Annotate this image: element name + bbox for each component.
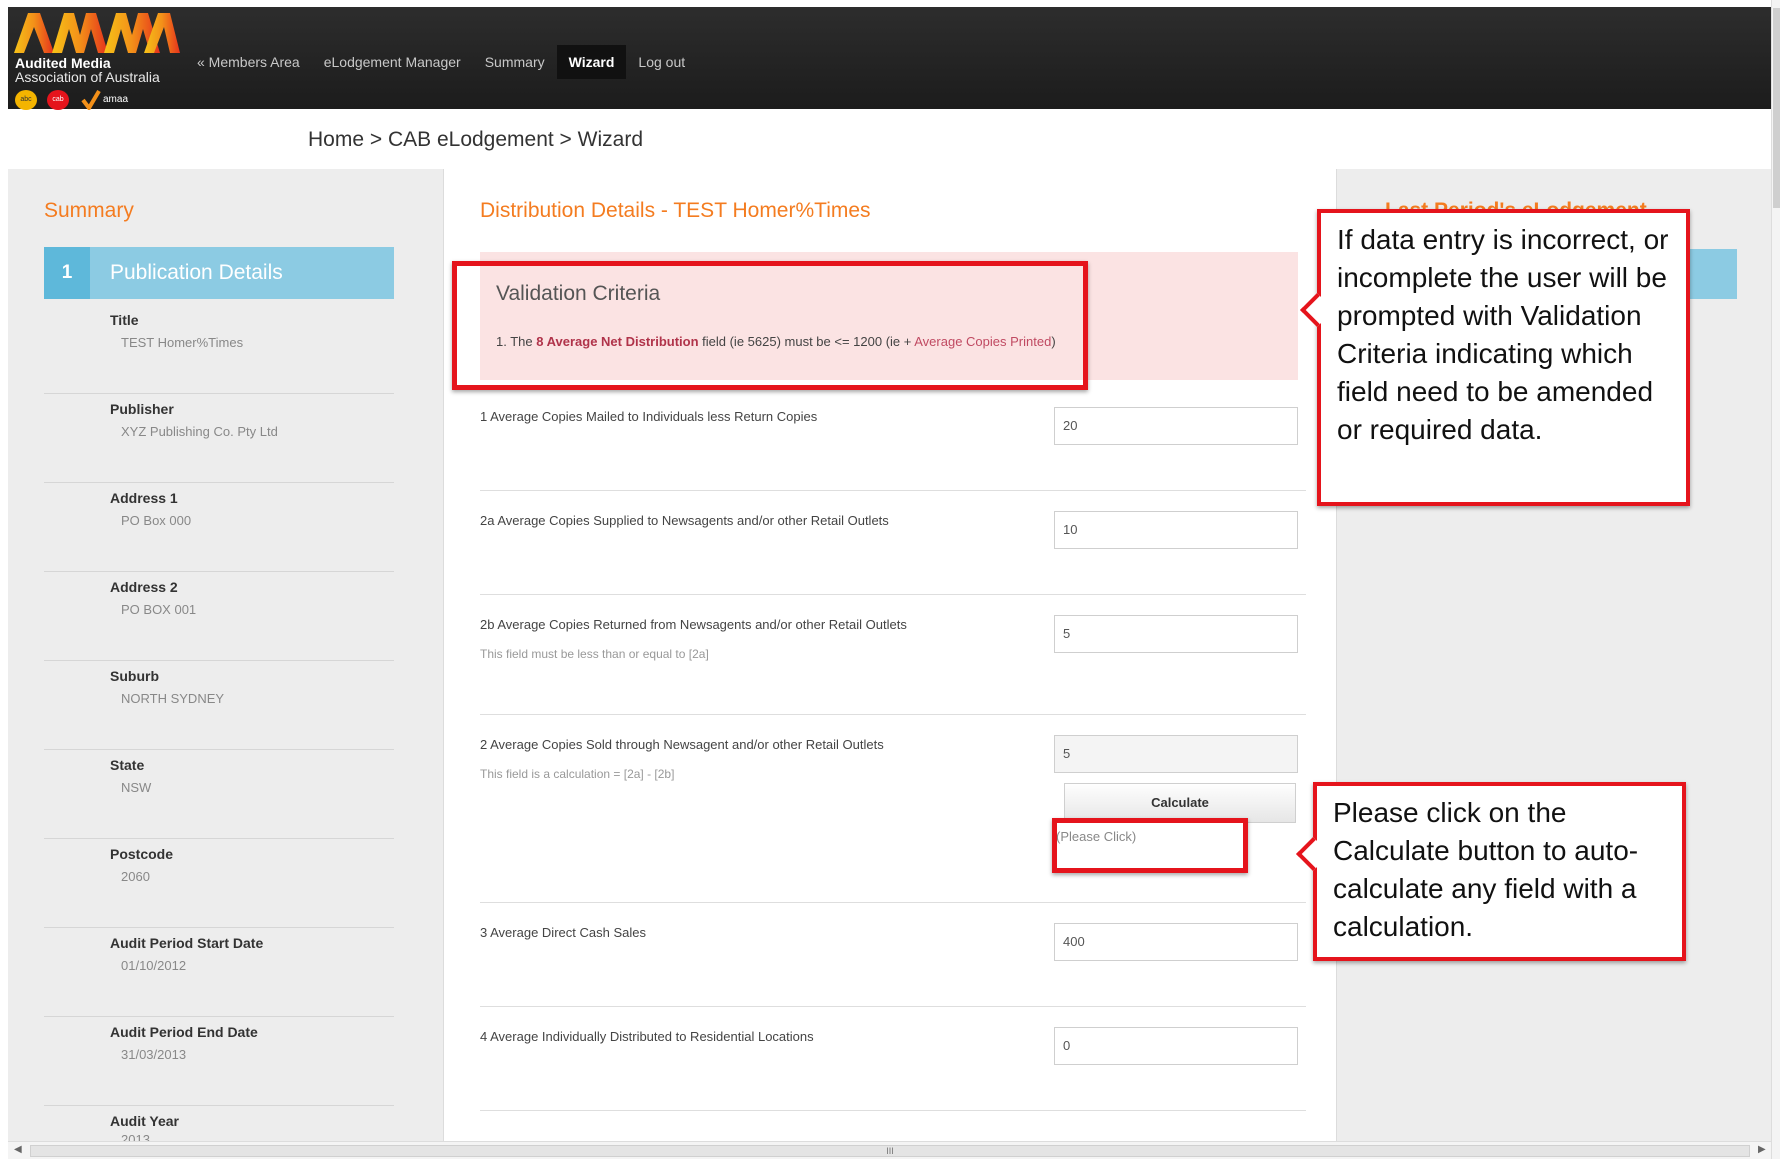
nav-elodgement-manager[interactable]: eLodgement Manager — [312, 45, 473, 79]
scroll-left-arrow-icon[interactable]: ◀ — [14, 1144, 22, 1155]
summary-item-value: TEST Homer%Times — [121, 335, 244, 350]
copies-returned-input[interactable]: 5 — [1054, 615, 1298, 653]
logo-subtitle: Association of Australia — [15, 69, 160, 85]
summary-item-publisher: Publisher XYZ Publishing Co. Pty Ltd — [44, 394, 394, 483]
summary-item-value: XYZ Publishing Co. Pty Ltd — [121, 424, 278, 439]
amaa-logo[interactable]: Audited Media Association of Australia a… — [12, 11, 182, 110]
field-hint: This field is a calculation = [2a] - [2b… — [480, 767, 675, 781]
copies-mailed-input[interactable]: 20 — [1054, 407, 1298, 445]
field-row-2b: 2b Average Copies Returned from Newsagen… — [480, 595, 1306, 715]
page: Audited Media Association of Australia a… — [0, 0, 1780, 1159]
summary-item-label: State — [110, 757, 145, 773]
copies-sold-input[interactable]: 5 — [1054, 735, 1298, 773]
calculate-callout-text: Please click on the Calculate button to … — [1333, 797, 1639, 942]
field-row-1: 1 Average Copies Mailed to Individuals l… — [480, 387, 1306, 491]
nav-members-area[interactable]: « Members Area — [185, 45, 312, 79]
copies-supplied-input[interactable]: 10 — [1054, 511, 1298, 549]
nav-log-out[interactable]: Log out — [626, 45, 697, 79]
validation-callout-text: If data entry is incorrect, or incomplet… — [1337, 224, 1669, 445]
top-navigation-bar: Audited Media Association of Australia a… — [8, 7, 1771, 110]
summary-item-label: Postcode — [110, 846, 174, 862]
summary-item-address1: Address 1 PO Box 000 — [44, 483, 394, 572]
nav-summary[interactable]: Summary — [473, 45, 557, 79]
summary-item-label: Publisher — [110, 401, 174, 417]
amaa-badge-label: amaa — [103, 94, 129, 105]
calculate-highlight-frame — [1052, 818, 1248, 873]
calculate-callout: Please click on the Calculate button to … — [1296, 782, 1686, 961]
field-row-2a: 2a Average Copies Supplied to Newsagents… — [480, 491, 1306, 595]
summary-item-value: PO BOX 001 — [121, 602, 197, 617]
residential-distribution-input[interactable]: 0 — [1054, 1027, 1298, 1065]
summary-item-end-date: Audit Period End Date 31/03/2013 — [44, 1017, 394, 1106]
summary-item-address2: Address 2 PO BOX 001 — [44, 572, 394, 661]
horizontal-scrollbar[interactable]: ◀ III ▶ — [8, 1141, 1771, 1159]
summary-item-label: Audit Year — [110, 1113, 179, 1129]
validation-callout: If data entry is incorrect, or incomplet… — [1300, 209, 1690, 506]
scroll-right-arrow-icon[interactable]: ▶ — [1758, 1144, 1766, 1155]
summary-title: Summary — [44, 199, 134, 222]
field-hint: This field must be less than or equal to… — [480, 647, 709, 661]
summary-item-label: Address 2 — [110, 579, 178, 595]
summary-item-label: Title — [110, 312, 139, 328]
validation-highlight-frame — [452, 261, 1088, 390]
checkmark-icon — [81, 90, 101, 110]
field-row-3: 3 Average Direct Cash Sales 400 — [480, 903, 1306, 1007]
nav-wizard[interactable]: Wizard — [556, 45, 627, 79]
summary-item-start-date: Audit Period Start Date 01/10/2012 — [44, 928, 394, 1017]
horizontal-scroll-thumb[interactable]: III — [30, 1145, 1750, 1157]
abc-badge-icon: abc — [15, 90, 37, 110]
calculate-button[interactable]: Calculate — [1064, 783, 1296, 823]
field-label: 2a Average Copies Supplied to Newsagents… — [480, 513, 889, 528]
logo-badges: abc cab amaa — [15, 90, 155, 110]
summary-item-state: State NSW — [44, 750, 394, 839]
field-row-2: 2 Average Copies Sold through Newsagent … — [480, 715, 1306, 903]
field-label: 1 Average Copies Mailed to Individuals l… — [480, 409, 818, 424]
vertical-scrollbar[interactable] — [1771, 0, 1780, 1159]
summary-item-value: 31/03/2013 — [121, 1047, 187, 1062]
summary-sidebar: Summary 1 Publication Details Title TEST… — [8, 169, 444, 1147]
field-label: 2 Average Copies Sold through Newsagent … — [480, 737, 884, 752]
field-row-4: 4 Average Individually Distributed to Re… — [480, 1007, 1306, 1111]
section-label: Publication Details — [110, 261, 283, 284]
distribution-title: Distribution Details - TEST Homer%Times — [480, 199, 871, 222]
summary-item-postcode: Postcode 2060 — [44, 839, 394, 928]
field-label: 3 Average Direct Cash Sales — [480, 925, 646, 940]
summary-item-label: Audit Period Start Date — [110, 935, 264, 951]
vertical-scroll-thumb[interactable] — [1773, 8, 1780, 208]
publication-details-header[interactable]: 1 Publication Details — [44, 247, 394, 299]
field-label: 4 Average Individually Distributed to Re… — [480, 1029, 814, 1044]
summary-item-label: Address 1 — [110, 490, 178, 506]
summary-item-label: Suburb — [110, 668, 159, 684]
breadcrumb: Home > CAB eLodgement > Wizard — [308, 128, 643, 151]
summary-item-label: Audit Period End Date — [110, 1024, 258, 1040]
summary-item-title: Title TEST Homer%Times — [44, 305, 394, 394]
field-label: 2b Average Copies Returned from Newsagen… — [480, 617, 907, 632]
summary-item-suburb: Suburb NORTH SYDNEY — [44, 661, 394, 750]
section-number: 1 — [44, 247, 90, 299]
logo-mark-icon — [14, 13, 180, 53]
summary-item-value: NORTH SYDNEY — [121, 691, 225, 706]
direct-cash-sales-input[interactable]: 400 — [1054, 923, 1298, 961]
summary-item-value: 01/10/2012 — [121, 958, 187, 973]
cab-badge-icon: cab — [47, 90, 69, 110]
summary-item-value: PO Box 000 — [121, 513, 192, 528]
summary-item-value: NSW — [121, 780, 152, 795]
summary-item-value: 2060 — [121, 869, 150, 884]
main-nav: « Members Area eLodgement Manager Summar… — [185, 45, 697, 79]
